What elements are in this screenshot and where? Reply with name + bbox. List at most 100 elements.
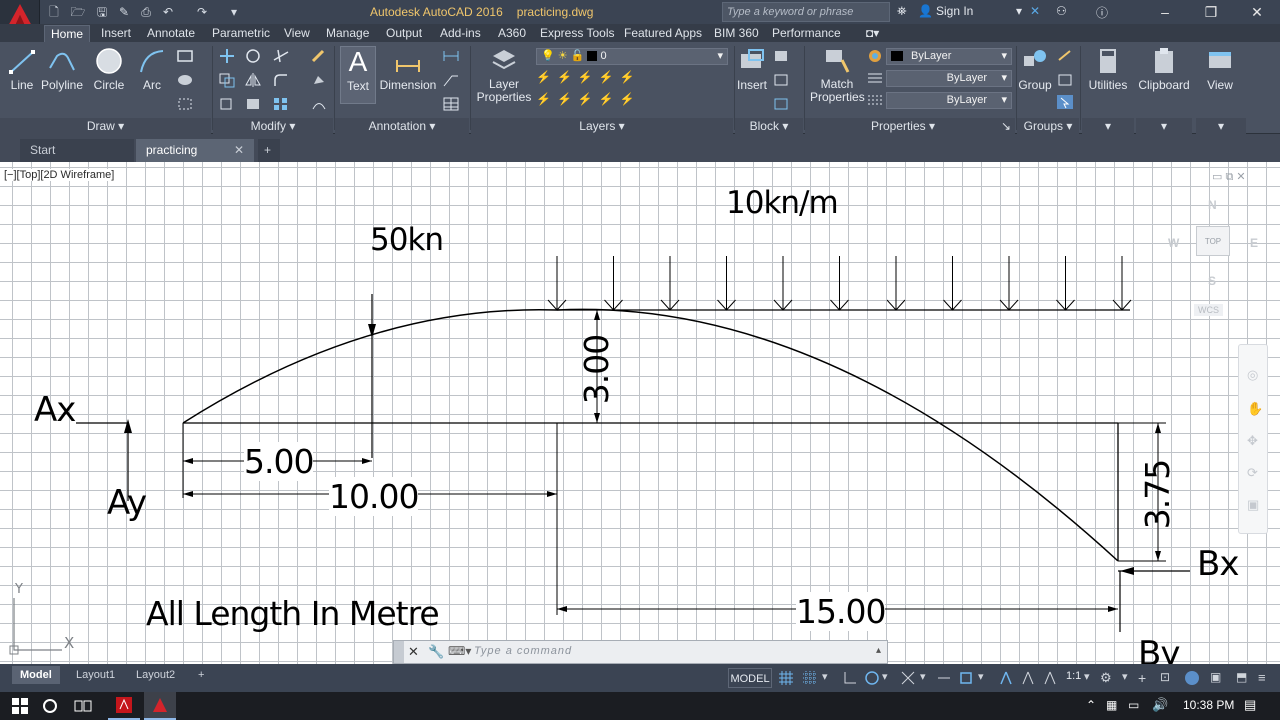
layer-dropdown[interactable]: 💡 ☀ 🔓 0 ▾ bbox=[536, 48, 728, 65]
mirror-icon[interactable] bbox=[244, 72, 262, 88]
tab-a360[interactable]: A360 bbox=[492, 25, 532, 42]
layout-tab-model[interactable]: Model bbox=[12, 666, 60, 684]
annotation-monitor-icon[interactable]: + bbox=[1138, 670, 1154, 686]
dialog-launcher-icon[interactable]: ↘ bbox=[1001, 118, 1011, 134]
battery-icon[interactable]: ▭ bbox=[1128, 698, 1139, 712]
grid-display-icon[interactable] bbox=[778, 670, 794, 686]
customize-command-icon[interactable]: 🔧 bbox=[428, 644, 444, 660]
snap-dropdown-icon[interactable]: ▾ bbox=[822, 670, 838, 686]
groups-panel-title[interactable]: Groups ▾ bbox=[1017, 118, 1079, 134]
hatch-icon[interactable] bbox=[176, 72, 194, 88]
layout-tab-layout2[interactable]: Layout2 bbox=[128, 666, 183, 684]
clean-screen-icon[interactable]: ⬒ bbox=[1236, 670, 1252, 686]
network-icon[interactable]: ▦ bbox=[1106, 698, 1117, 712]
group-selection-icon[interactable] bbox=[1056, 94, 1074, 110]
leader-icon[interactable] bbox=[442, 72, 460, 88]
tab-add-ins[interactable]: Add-ins bbox=[434, 25, 487, 42]
exchange-icon[interactable]: ✕ bbox=[1030, 4, 1040, 18]
ungroup-icon[interactable] bbox=[1056, 48, 1074, 64]
model-space-button[interactable]: MODEL bbox=[728, 668, 772, 688]
rotate-icon[interactable] bbox=[244, 48, 262, 64]
recent-commands-icon[interactable]: ⌨▾ bbox=[448, 644, 471, 658]
windows-start-icon[interactable] bbox=[12, 698, 28, 714]
block-panel-title[interactable]: Block ▾ bbox=[735, 118, 803, 134]
command-scroll-up-icon[interactable]: ▴ bbox=[876, 645, 881, 656]
layers-panel-title[interactable]: Layers ▾ bbox=[471, 118, 733, 134]
arc-tool[interactable]: Arc bbox=[134, 46, 170, 92]
tab-insert[interactable]: Insert bbox=[95, 25, 137, 42]
isodraft-icon[interactable] bbox=[900, 670, 916, 686]
erase-icon[interactable] bbox=[310, 48, 328, 64]
command-input[interactable]: Type a command bbox=[474, 645, 572, 657]
clipboard-panel-expander[interactable]: ▾ bbox=[1136, 118, 1192, 134]
file-tab-start[interactable]: Start bbox=[20, 139, 134, 162]
tab-output[interactable]: Output bbox=[380, 25, 428, 42]
task-view-icon[interactable] bbox=[74, 698, 92, 714]
restore-button[interactable]: ❐ bbox=[1188, 0, 1234, 24]
stretch-icon[interactable] bbox=[218, 96, 236, 112]
circle-tool[interactable]: Circle bbox=[90, 46, 128, 92]
auto-scale-icon[interactable] bbox=[1020, 670, 1036, 686]
table-icon[interactable] bbox=[442, 96, 460, 112]
open-folder-icon[interactable]: 🗁 bbox=[70, 4, 86, 20]
scale-dropdown-icon[interactable]: ▾ bbox=[1084, 670, 1100, 686]
tab-annotate[interactable]: Annotate bbox=[141, 25, 201, 42]
edit-block-icon[interactable] bbox=[772, 72, 790, 88]
utilities-panel-expander[interactable]: ▾ bbox=[1082, 118, 1134, 134]
zoom-extents-icon[interactable]: ✥ bbox=[1247, 433, 1258, 449]
tab-home[interactable]: Home bbox=[44, 25, 91, 42]
tab-bim-360[interactable]: BIM 360 bbox=[708, 25, 765, 42]
print-icon[interactable]: ⎙ bbox=[138, 4, 154, 20]
viewcube[interactable]: N W E TOP S WCS bbox=[1166, 194, 1262, 324]
isodraft-dropdown-icon[interactable]: ▾ bbox=[920, 670, 936, 686]
layer-properties-button[interactable]: Layer Properties bbox=[476, 46, 532, 104]
fillet-icon[interactable] bbox=[272, 72, 290, 88]
help-icon[interactable]: ⓘ bbox=[1096, 4, 1108, 21]
viewcube-north[interactable]: N bbox=[1208, 198, 1217, 212]
tab-view[interactable]: View bbox=[278, 25, 316, 42]
drawing-canvas[interactable]: [−][Top][2D Wireframe] 10kn/m 50kn Ax Ay… bbox=[0, 162, 1280, 664]
insert-block-button[interactable]: Insert bbox=[736, 46, 768, 92]
isolate-objects-icon[interactable] bbox=[1184, 670, 1200, 686]
sign-in-dropdown-icon[interactable]: ▾ bbox=[1016, 4, 1022, 18]
viewcube-top-face[interactable]: TOP bbox=[1196, 226, 1230, 256]
keyword-search-input[interactable]: Type a keyword or phrase bbox=[722, 2, 890, 22]
tab-parametric[interactable]: Parametric bbox=[206, 25, 276, 42]
lineweight-dropdown[interactable]: ByLayer ▾ bbox=[886, 70, 1012, 87]
viewport-window-controls[interactable]: ▭ ⧉ ✕ bbox=[1212, 170, 1246, 184]
create-block-icon[interactable] bbox=[772, 48, 790, 64]
rectangle-icon[interactable] bbox=[176, 48, 194, 64]
undo-icon[interactable]: ↶ bbox=[160, 4, 176, 20]
clipboard-button[interactable]: Clipboard bbox=[1138, 46, 1190, 92]
object-snap-tracking-icon[interactable] bbox=[936, 670, 952, 686]
viewcube-east[interactable]: E bbox=[1250, 236, 1258, 250]
object-snap-icon[interactable] bbox=[958, 670, 974, 686]
save-as-icon[interactable]: ✎ bbox=[116, 4, 132, 20]
text-tool[interactable]: A Text bbox=[340, 46, 376, 104]
annotation-visibility-icon[interactable] bbox=[998, 670, 1014, 686]
action-center-icon[interactable]: ▤ bbox=[1244, 697, 1256, 713]
trim-icon[interactable] bbox=[272, 48, 290, 64]
annotation-panel-title[interactable]: Annotation ▾ bbox=[335, 118, 469, 134]
tab-performance[interactable]: Performance bbox=[766, 25, 847, 42]
close-button[interactable]: ✕ bbox=[1234, 0, 1280, 24]
osnap-dropdown-icon[interactable]: ▾ bbox=[978, 670, 994, 686]
binoculars-icon[interactable]: ⛯ bbox=[897, 4, 907, 19]
close-tab-icon[interactable]: ✕ bbox=[234, 139, 244, 161]
close-command-icon[interactable]: ✕ bbox=[408, 644, 419, 660]
layout-tab-layout1[interactable]: Layout1 bbox=[68, 666, 123, 684]
volume-icon[interactable]: 🔊 bbox=[1152, 697, 1168, 713]
steering-wheel-icon[interactable]: ◎ bbox=[1247, 367, 1258, 383]
pan-icon[interactable]: ✋ bbox=[1247, 401, 1263, 417]
redo-icon[interactable]: ↷ bbox=[194, 4, 210, 20]
block-attributes-icon[interactable] bbox=[772, 96, 790, 112]
tab-featured-apps[interactable]: Featured Apps bbox=[618, 25, 708, 42]
units-icon[interactable]: ⊡ bbox=[1160, 670, 1176, 686]
annotation-scale-icon[interactable] bbox=[1042, 670, 1058, 686]
taskbar-autocad-app[interactable] bbox=[144, 692, 176, 720]
view-panel-expander[interactable]: ▾ bbox=[1196, 118, 1246, 134]
explode-icon[interactable] bbox=[310, 72, 328, 88]
showmotion-icon[interactable]: ▣ bbox=[1247, 497, 1259, 513]
group-button[interactable]: Group bbox=[1018, 46, 1052, 92]
linear-dim-icon[interactable] bbox=[442, 48, 460, 64]
